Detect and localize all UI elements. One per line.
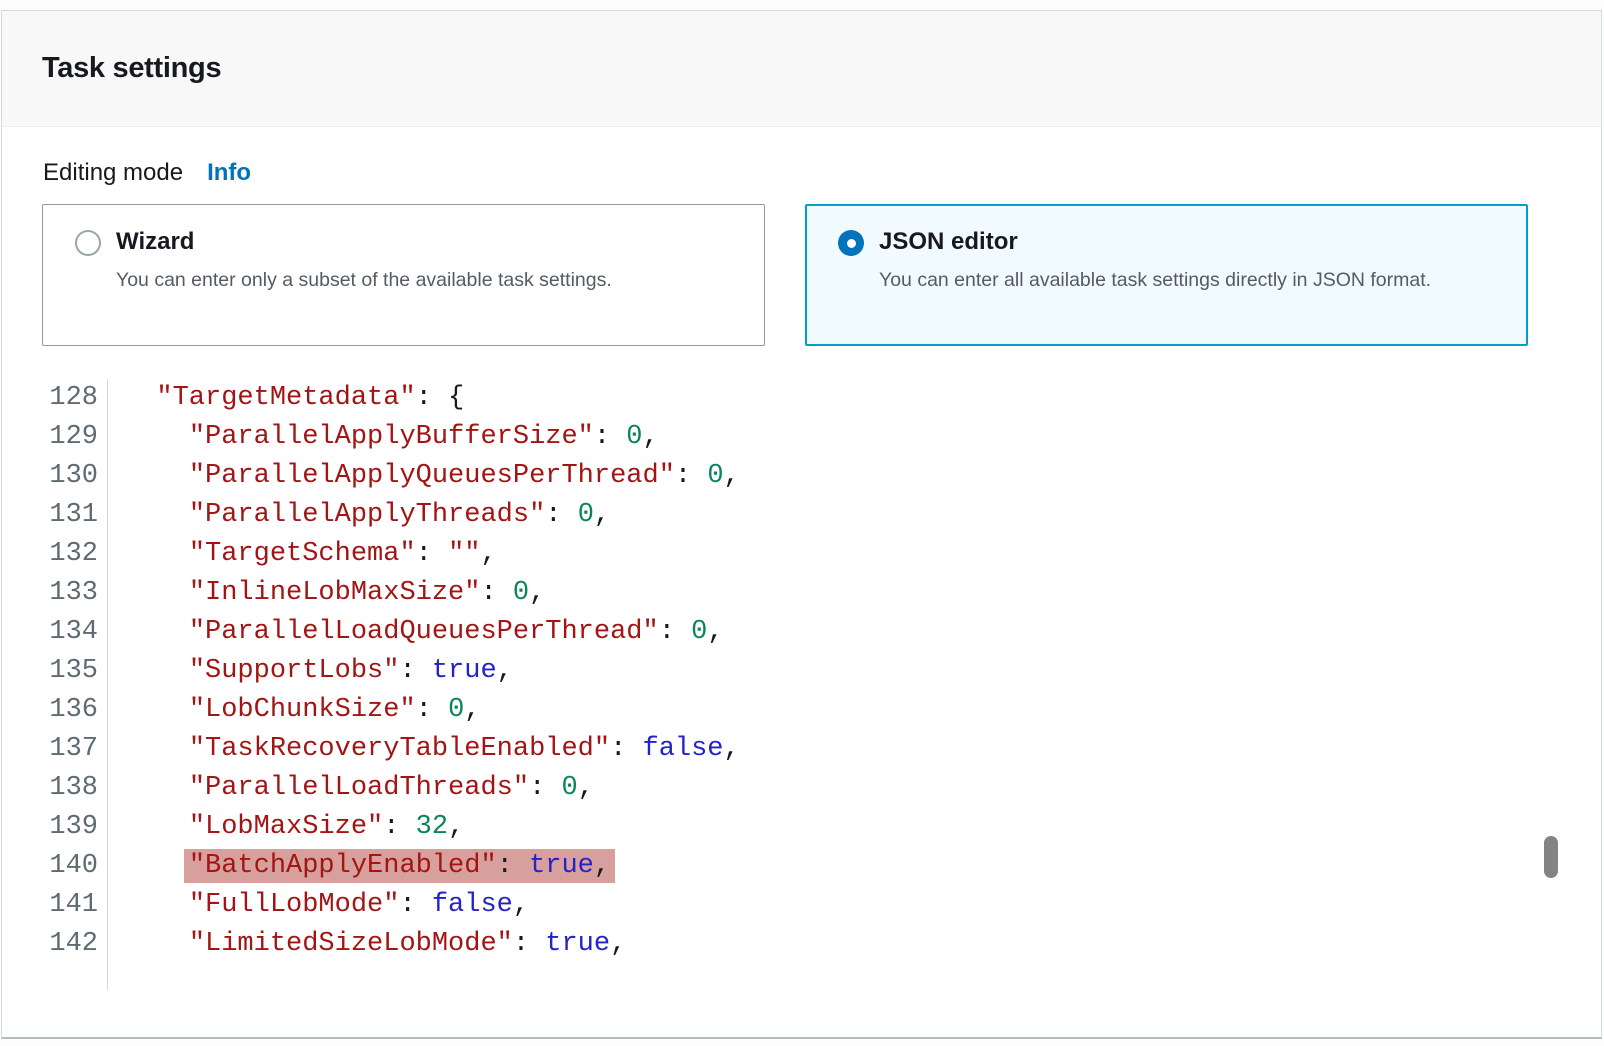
radio-unselected-icon[interactable]	[75, 230, 101, 256]
code-text: "ParallelApplyBufferSize": 0,	[108, 418, 659, 457]
line-number: 132	[42, 535, 108, 574]
tile-wizard-description: You can enter only a subset of the avail…	[116, 265, 612, 296]
task-settings-panel: Task settings Editing mode Info Wizard Y…	[1, 10, 1602, 1039]
code-line[interactable]: 140 "BatchApplyEnabled": true,	[42, 847, 1561, 886]
code-text: "TargetMetadata": {	[108, 379, 464, 418]
tile-json-editor-description: You can enter all available task setting…	[879, 265, 1431, 296]
line-number: 130	[42, 457, 108, 496]
line-number: 139	[42, 808, 108, 847]
code-text: "TargetSchema": "",	[108, 535, 497, 574]
tile-wizard-content: Wizard You can enter only a subset of th…	[116, 226, 612, 296]
line-number: 141	[42, 886, 108, 925]
code-line[interactable]: 128 "TargetMetadata": {	[42, 379, 1561, 418]
line-number-empty	[42, 964, 108, 990]
code-line[interactable]: 138 "ParallelLoadThreads": 0,	[42, 769, 1561, 808]
panel-body: Editing mode Info Wizard You can enter o…	[2, 127, 1601, 990]
line-number: 136	[42, 691, 108, 730]
editing-mode-tiles: Wizard You can enter only a subset of th…	[42, 204, 1561, 346]
code-text: "ParallelApplyThreads": 0,	[108, 496, 610, 535]
line-number: 138	[42, 769, 108, 808]
code-text: "TaskRecoveryTableEnabled": false,	[108, 730, 740, 769]
line-number: 137	[42, 730, 108, 769]
code-line[interactable]: 135 "SupportLobs": true,	[42, 652, 1561, 691]
code-line[interactable]: 134 "ParallelLoadQueuesPerThread": 0,	[42, 613, 1561, 652]
tile-json-editor-label: JSON editor	[879, 226, 1431, 258]
radio-selected-icon[interactable]	[838, 230, 864, 256]
code-text: "InlineLobMaxSize": 0,	[108, 574, 545, 613]
line-number: 135	[42, 652, 108, 691]
line-number: 134	[42, 613, 108, 652]
line-number: 133	[42, 574, 108, 613]
panel-header: Task settings	[2, 11, 1601, 127]
search-match-highlight: "BatchApplyEnabled": true,	[184, 849, 615, 883]
code-line[interactable]: 129 "ParallelApplyBufferSize": 0,	[42, 418, 1561, 457]
code-text: "ParallelLoadQueuesPerThread": 0,	[108, 613, 724, 652]
line-number: 140	[42, 847, 108, 886]
code-text: "SupportLobs": true,	[108, 652, 513, 691]
code-line-empty[interactable]	[42, 964, 1561, 990]
tile-wizard-label: Wizard	[116, 226, 612, 258]
code-line[interactable]: 132 "TargetSchema": "",	[42, 535, 1561, 574]
code-line[interactable]: 141 "FullLobMode": false,	[42, 886, 1561, 925]
code-line[interactable]: 133 "InlineLobMaxSize": 0,	[42, 574, 1561, 613]
code-text: "ParallelApplyQueuesPerThread": 0,	[108, 457, 740, 496]
page-title: Task settings	[42, 52, 221, 85]
json-code-editor[interactable]: 128 "TargetMetadata": {129 "ParallelAppl…	[42, 379, 1561, 990]
code-text: "BatchApplyEnabled": true,	[108, 847, 610, 886]
tile-wizard[interactable]: Wizard You can enter only a subset of th…	[42, 204, 765, 346]
code-text: "LobChunkSize": 0,	[108, 691, 480, 730]
code-line[interactable]: 131 "ParallelApplyThreads": 0,	[42, 496, 1561, 535]
code-line[interactable]: 139 "LobMaxSize": 32,	[42, 808, 1561, 847]
code-text: "FullLobMode": false,	[108, 886, 529, 925]
line-number: 129	[42, 418, 108, 457]
info-link[interactable]: Info	[207, 159, 251, 187]
line-number: 142	[42, 925, 108, 964]
code-line[interactable]: 136 "LobChunkSize": 0,	[42, 691, 1561, 730]
editing-mode-label: Editing mode	[43, 159, 183, 187]
editing-mode-row: Editing mode Info	[43, 159, 1561, 187]
tile-json-editor[interactable]: JSON editor You can enter all available …	[805, 204, 1528, 346]
code-text: "LobMaxSize": 32,	[108, 808, 464, 847]
line-number: 128	[42, 379, 108, 418]
code-line[interactable]: 137 "TaskRecoveryTableEnabled": false,	[42, 730, 1561, 769]
code-line[interactable]: 130 "ParallelApplyQueuesPerThread": 0,	[42, 457, 1561, 496]
code-text: "LimitedSizeLobMode": true,	[108, 925, 626, 964]
code-text: "ParallelLoadThreads": 0,	[108, 769, 594, 808]
line-number: 131	[42, 496, 108, 535]
vertical-scrollbar-thumb[interactable]	[1544, 836, 1558, 878]
code-line[interactable]: 142 "LimitedSizeLobMode": true,	[42, 925, 1561, 964]
tile-json-editor-content: JSON editor You can enter all available …	[879, 226, 1431, 296]
